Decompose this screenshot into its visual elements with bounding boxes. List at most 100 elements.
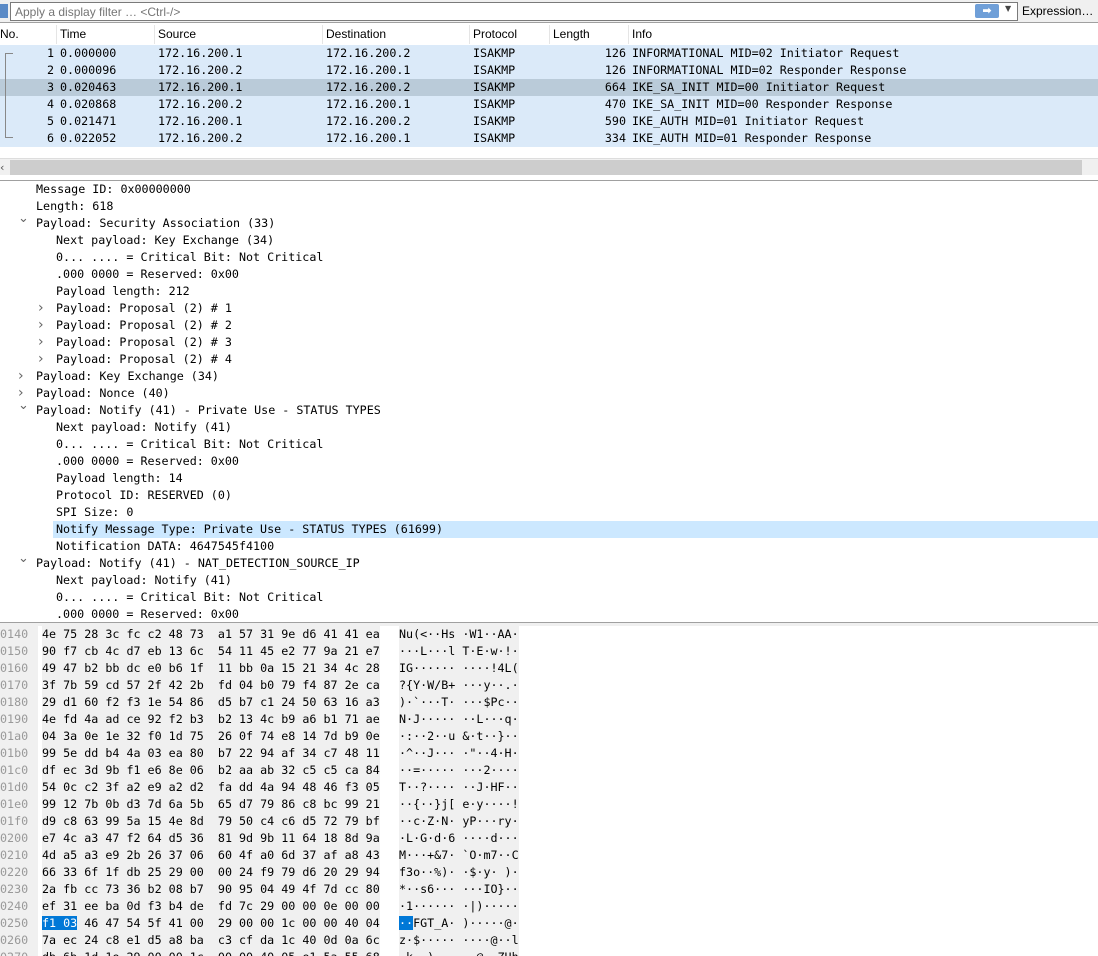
packet-source: 172.16.200.1 [158,46,243,60]
ascii-bytes[interactable]: M···+&7· `O·m7··C [399,847,519,864]
ascii-bytes[interactable]: ···L···l T·E·w·!· [399,643,519,660]
hex-row: 01f0 d9 c8 63 99 5a 15 4e 8d 79 50 c4 c6 … [0,813,1098,830]
hex-bytes-text: 4e fd 4a ad ce 92 f2 b3 b2 13 4c b9 a6 b… [42,712,380,726]
hex-bytes[interactable]: db 6b 1d 1e 29 00 00 1c 00 00 40 05 e1 5… [42,949,380,956]
ascii-bytes[interactable]: ·L·G·d·6 ····d··· [399,830,519,847]
chevron-right-icon[interactable]: › [38,334,44,350]
filter-history-dropdown-icon[interactable]: ▼ [1005,4,1011,13]
column-header-source[interactable]: Source [154,25,196,44]
tree-item[interactable]: › Payload: Proposal (2) # 4 [0,351,1098,368]
ascii-bytes[interactable]: ··c·Z·N· yP···ry· [399,813,519,830]
ascii-bytes[interactable]: ·k··)··· ··@··ZUh [399,949,519,956]
packet-time: 0.000000 [60,46,117,60]
ascii-bytes[interactable]: ·:··2··u &·t··}·· [399,728,519,745]
packet-list-horizontal-scrollbar[interactable]: ‹ [0,158,1098,175]
packet-no: 3 [46,80,54,94]
chevron-right-icon[interactable]: › [18,368,24,384]
ascii-bytes[interactable]: ·^··J··· ·"··4·H· [399,745,519,762]
tree-item[interactable]: ⌄ Payload: Notify (41) - Private Use - ST… [0,398,1098,419]
column-header-info[interactable]: Info [628,25,652,44]
hex-bytes[interactable]: 99 5e dd b4 4a 03 ea 80 b7 22 94 af 34 c… [42,745,380,762]
ascii-bytes[interactable]: N·J····· ··L···q· [399,711,519,728]
scroll-left-icon[interactable]: ‹ [0,159,4,176]
packet-row[interactable]: 4 0.020868 172.16.200.2 172.16.200.1 ISAKMP 4… [0,96,1098,113]
chevron-right-icon[interactable]: › [38,351,44,367]
column-header-no[interactable]: No. [0,25,19,44]
hex-bytes[interactable]: 2a fb cc 73 36 b2 08 b7 90 95 04 49 4f 7… [42,881,380,898]
ascii-bytes[interactable]: Nu(<··Hs ·W1··AA· [399,626,519,643]
packet-row[interactable]: 1 0.000000 172.16.200.1 172.16.200.2 ISAKMP 1… [0,45,1098,62]
tree-item[interactable]: › Payload: Key Exchange (34) [0,368,1098,385]
hex-row: 01e0 99 12 7b 0b d3 7d 6a 5b 65 d7 79 86 … [0,796,1098,813]
tree-item[interactable]: › Payload: Proposal (2) # 1 [0,300,1098,317]
packet-time: 0.000096 [60,63,117,77]
apply-filter-button[interactable]: ➡ [975,4,999,18]
hex-bytes[interactable]: 4e 75 28 3c fc c2 48 73 a1 57 31 9e d6 4… [42,626,380,643]
hex-bytes[interactable]: df ec 3d 9b f1 e6 8e 06 b2 aa ab 32 c5 c… [42,762,380,779]
hex-bytes[interactable]: e7 4c a3 47 f2 64 d5 36 81 9d 9b 11 64 1… [42,830,380,847]
ascii-bytes[interactable]: )·`···T· ···$Pc·· [399,694,519,711]
tree-item[interactable]: ⌄ Payload: Notify (41) - NAT_DETECTION_SO… [0,551,1098,572]
expression-button[interactable]: Expression… [1022,4,1093,18]
ascii-bytes[interactable]: ··{··}j[ e·y····! [399,796,519,813]
ascii-bytes[interactable]: ·1······ ·|)····· [399,898,519,915]
ascii-bytes-text: M···+&7· `O·m7··C [399,848,519,862]
tree-item[interactable]: › Payload: Proposal (2) # 3 [0,334,1098,351]
packet-row[interactable]: 6 0.022052 172.16.200.2 172.16.200.1 ISAKMP 3… [0,130,1098,147]
packet-info: INFORMATIONAL MID=02 Initiator Request [632,46,900,60]
chevron-right-icon[interactable]: › [38,300,44,316]
chevron-right-icon[interactable]: › [38,317,44,333]
column-header-destination[interactable]: Destination [322,25,386,44]
packet-row[interactable]: 2 0.000096 172.16.200.2 172.16.200.1 ISAKMP 1… [0,62,1098,79]
hex-bytes[interactable]: d9 c8 63 99 5a 15 4e 8d 79 50 c4 c6 d5 7… [42,813,380,830]
column-header-length[interactable]: Length [549,25,590,44]
chevron-down-icon[interactable]: ⌄ [18,211,29,226]
chevron-down-icon[interactable]: ⌄ [18,551,29,566]
hex-bytes-selected[interactable]: f1 03 [42,916,78,930]
scrollbar-thumb[interactable] [10,160,1082,175]
ascii-bytes[interactable]: ?{Y·W/B+ ···y··.· [399,677,519,694]
hex-bytes[interactable]: f1 03 46 47 54 5f 41 00 29 00 00 1c 00 0… [42,915,380,932]
ascii-bytes[interactable]: ··FGT_A· )·····@· [399,915,519,932]
hex-bytes[interactable]: 7a ec 24 c8 e1 d5 a8 ba c3 cf da 1c 40 0… [42,932,380,949]
hex-bytes[interactable]: 29 d1 60 f2 f3 1e 54 86 d5 b7 c1 24 50 6… [42,694,380,711]
hex-bytes[interactable]: 49 47 b2 bb dc e0 b6 1f 11 bb 0a 15 21 3… [42,660,380,677]
filter-bookmark-icon[interactable] [0,4,8,18]
hex-offset: 0240 [0,898,38,915]
ascii-bytes[interactable]: z·$····· ····@··l [399,932,519,949]
hex-bytes[interactable]: 4d a5 a3 e9 2b 26 37 06 60 4f a0 6d 37 a… [42,847,380,864]
hex-bytes[interactable]: 90 f7 cb 4c d7 eb 13 6c 54 11 45 e2 77 9… [42,643,380,660]
hex-row: 0160 49 47 b2 bb dc e0 b6 1f 11 bb 0a 15 … [0,660,1098,677]
ascii-bytes[interactable]: *··s6··· ···IO}·· [399,881,519,898]
ascii-bytes[interactable]: T··?···· ··J·HF·· [399,779,519,796]
ascii-bytes[interactable]: IG······ ····!4L( [399,660,519,677]
packet-row[interactable]: 3 0.020463 172.16.200.1 172.16.200.2 ISAKMP 6… [0,79,1098,96]
packet-row[interactable]: 5 0.021471 172.16.200.1 172.16.200.2 ISAKMP 5… [0,113,1098,130]
ascii-bytes[interactable]: ··=····· ···2···· [399,762,519,779]
hex-bytes[interactable]: 54 0c c2 3f a2 e9 a2 d2 fa dd 4a 94 48 4… [42,779,380,796]
ascii-bytes-selected[interactable]: ·· [399,916,414,930]
packet-protocol: ISAKMP [473,114,516,128]
tree-item-label: Payload: Notify (41) - Private Use - STA… [36,403,381,417]
hex-bytes[interactable]: 4e fd 4a ad ce 92 f2 b3 b2 13 4c b9 a6 b… [42,711,380,728]
hex-bytes[interactable]: 3f 7b 59 cd 57 2f 42 2b fd 04 b0 79 f4 8… [42,677,380,694]
tree-item[interactable]: › Payload: Nonce (40) [0,385,1098,402]
chevron-down-icon[interactable]: ⌄ [18,398,29,413]
hex-bytes-text: db 6b 1d 1e 29 00 00 1c 00 00 40 05 e1 5… [42,950,380,956]
tree-item[interactable]: ⌄ Payload: Security Association (33) [0,211,1098,232]
hex-bytes[interactable]: 04 3a 0e 1e 32 f0 1d 75 26 0f 74 e8 14 7… [42,728,380,745]
ascii-bytes[interactable]: f3o··%)· ·$·y· )· [399,864,519,881]
hex-bytes-text: e7 4c a3 47 f2 64 d5 36 81 9d 9b 11 64 1… [42,831,380,845]
packet-details-tree: Message ID: 0x00000000 Length: 618 ⌄ Payloa… [0,180,1098,622]
hex-bytes[interactable]: 66 33 6f 1f db 25 29 00 00 24 f9 79 d6 2… [42,864,380,881]
hex-bytes[interactable]: ef 31 ee ba 0d f3 b4 de fd 7c 29 00 00 0… [42,898,380,915]
tree-item: Next payload: Notify (41) [0,419,1098,436]
column-header-protocol[interactable]: Protocol [469,25,517,44]
ascii-bytes-text: *··s6··· ···IO}·· [399,882,519,896]
column-header-time[interactable]: Time [56,25,86,44]
hex-bytes-text: 90 f7 cb 4c d7 eb 13 6c 54 11 45 e2 77 9… [42,644,380,658]
hex-bytes[interactable]: 99 12 7b 0b d3 7d 6a 5b 65 d7 79 86 c8 b… [42,796,380,813]
ascii-bytes-text: ·k··)··· ··@··ZUh [399,950,519,956]
tree-item[interactable]: › Payload: Proposal (2) # 2 [0,317,1098,334]
display-filter-input[interactable] [10,2,1018,21]
